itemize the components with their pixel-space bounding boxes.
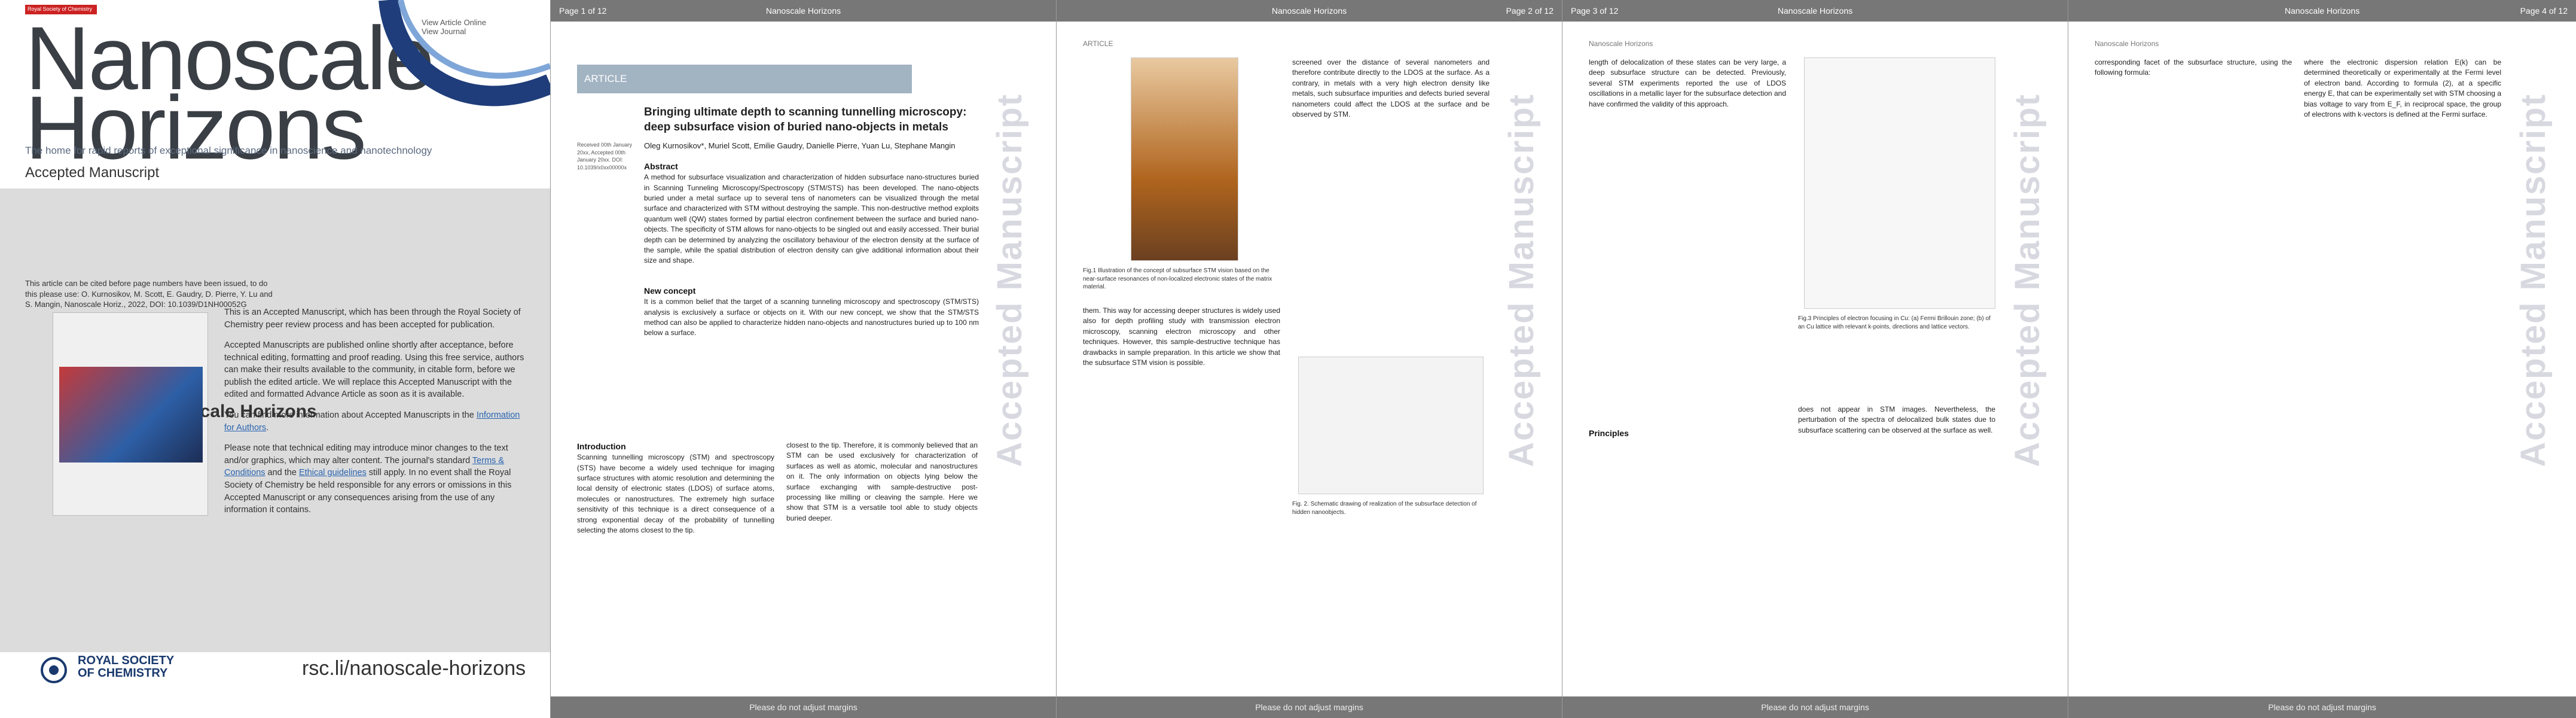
info-authors-paragraph: You can find more information about Acce…	[224, 410, 520, 433]
figure-1	[1131, 57, 1238, 261]
page-footer-bar: Please do not adjust margins	[1562, 696, 2068, 718]
page3-column2: does not appear in STM images. Neverthel…	[1798, 405, 1995, 434]
cover-paragraph: This is an Accepted Manuscript, which ha…	[224, 308, 521, 330]
page-header-bar: Page 1 of 12 Nanoscale Horizons	[551, 0, 1056, 22]
manuscript-page-4: Nanoscale Horizons Page 4 of 12 Nanoscal…	[2068, 0, 2576, 718]
article-banner: ARTICLE	[577, 65, 912, 93]
page-footer-bar: Please do not adjust margins	[551, 696, 1056, 718]
page-header-bar: Nanoscale Horizons Page 4 of 12	[2068, 0, 2576, 22]
page3-column1: length of delocalization of these states…	[1589, 58, 1786, 108]
introduction: Introduction Scanning tunnelling microsc…	[577, 442, 774, 535]
manuscript-page-2: Nanoscale Horizons Page 2 of 12 ARTICLE …	[1056, 0, 1562, 718]
accepted-manuscript-watermark: Accepted Manuscript	[2514, 93, 2553, 467]
accepted-manuscript-label: Accepted Manuscript	[25, 165, 160, 181]
article-authors: Oleg Kurnosikov*, Muriel Scott, Emilie G…	[644, 141, 956, 150]
citation-note: This article can be cited before page nu…	[25, 279, 273, 309]
view-article-online-link[interactable]: View Article Online View Journal	[422, 18, 486, 36]
page-header-bar: Page 3 of 12 Nanoscale Horizons	[1562, 0, 2068, 22]
page-section-label: Nanoscale Horizons	[1589, 39, 1653, 48]
journal-cover-image: Nanoscale Horizons	[53, 312, 317, 516]
page-footer-bar: Please do not adjust margins	[2068, 696, 2576, 718]
page-header-bar: Nanoscale Horizons Page 2 of 12	[1057, 0, 1562, 22]
cover-paragraph: Accepted Manuscripts are published onlin…	[224, 340, 524, 400]
page2-column2: screened over the distance of several na…	[1292, 58, 1490, 118]
page-section-label: Nanoscale Horizons	[2095, 39, 2159, 48]
figure-1-caption: Fig.1 Illustration of the concept of sub…	[1083, 267, 1272, 290]
journal-tagline: The home for rapid reports of exceptiona…	[25, 145, 432, 156]
manuscript-page-3: Page 3 of 12 Nanoscale Horizons Nanoscal…	[1562, 0, 2068, 718]
manuscript-page-1: Page 1 of 12 Nanoscale Horizons ARTICLE …	[550, 0, 1056, 718]
journal-name-line2: Horizons	[25, 77, 367, 178]
figure-3-caption: Fig.3 Principles of electron focusing in…	[1798, 315, 1991, 330]
terms-paragraph: Please note that technical editing may i…	[224, 443, 512, 515]
rsc-name: ROYAL SOCIETY OF CHEMISTRY	[78, 654, 175, 680]
page-footer-bar: Please do not adjust margins	[1057, 696, 1562, 718]
ethical-guidelines-link[interactable]: Ethical guidelines	[299, 468, 367, 477]
article-title: Bringing ultimate depth to scanning tunn…	[644, 106, 967, 133]
figure-2	[1298, 357, 1484, 494]
figure-3	[1804, 57, 1995, 309]
new-concept: New concept It is a common belief that t…	[644, 286, 979, 337]
figure-2-caption: Fig. 2. Schematic drawing of realization…	[1292, 501, 1477, 516]
rsc-logo-icon	[41, 657, 67, 683]
cover-explanation: This is an Accepted Manuscript, which ha…	[224, 306, 529, 525]
accepted-manuscript-watermark: Accepted Manuscript	[1502, 93, 1541, 467]
cover-page: Royal Society of Chemistry Nanoscale Hor…	[0, 0, 550, 718]
page4-column2: where the electronic dispersion relation…	[2304, 58, 2501, 118]
principles-heading: Principles	[1589, 428, 1629, 438]
page4-column1: corresponding facet of the subsurface st…	[2095, 58, 2292, 77]
cover-artwork	[59, 367, 203, 463]
accepted-manuscript-watermark: Accepted Manuscript	[990, 93, 1029, 467]
accepted-manuscript-watermark: Accepted Manuscript	[2008, 93, 2047, 467]
page2-column1: them. This way for accessing deeper stru…	[1083, 306, 1280, 367]
article-meta: Received 00th January 20xx, Accepted 00t…	[577, 142, 633, 171]
journal-url[interactable]: rsc.li/nanoscale-horizons	[302, 657, 526, 680]
abstract: Abstract A method for subsurface visuali…	[644, 162, 979, 265]
page1-column2: closest to the tip. Therefore, it is com…	[786, 441, 978, 522]
page-section-label: ARTICLE	[1083, 39, 1113, 48]
